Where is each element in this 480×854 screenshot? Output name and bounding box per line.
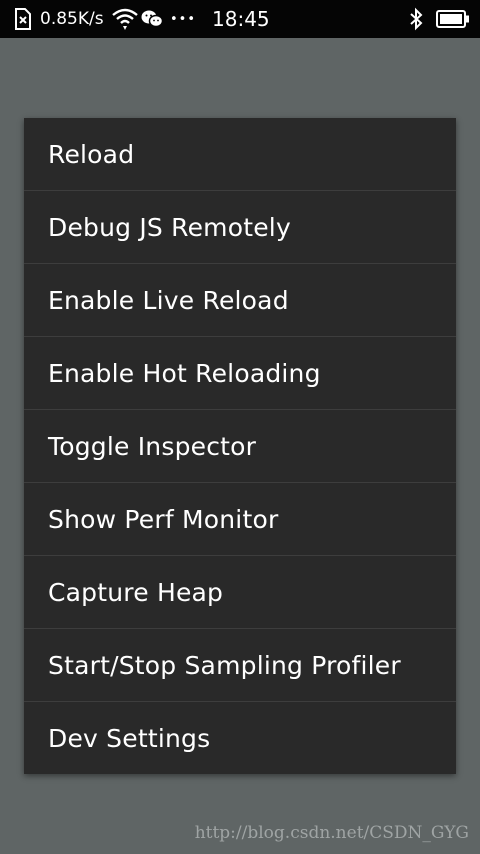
network-speed: 0.85K/s (40, 9, 104, 29)
wechat-icon (141, 0, 163, 38)
dev-menu-dialog: Reload Debug JS Remotely Enable Live Rel… (24, 118, 456, 774)
menu-item-sampling-profiler[interactable]: Start/Stop Sampling Profiler (24, 629, 456, 702)
menu-item-label: Enable Live Reload (48, 285, 289, 315)
battery-icon (436, 0, 470, 38)
menu-item-toggle-inspector[interactable]: Toggle Inspector (24, 410, 456, 483)
menu-item-show-perf-monitor[interactable]: Show Perf Monitor (24, 483, 456, 556)
sim-x-icon (12, 0, 32, 38)
clock-time: 18:45 (212, 7, 270, 31)
more-notifications-icon: ••• (170, 11, 197, 27)
menu-item-label: Enable Hot Reloading (48, 358, 321, 388)
menu-item-label: Show Perf Monitor (48, 504, 279, 534)
menu-item-label: Capture Heap (48, 577, 224, 607)
menu-item-label: Reload (48, 139, 135, 169)
menu-item-capture-heap[interactable]: Capture Heap (24, 556, 456, 629)
watermark-url: http://blog.csdn.net/CSDN_GYG (194, 823, 469, 843)
menu-item-debug-js-remotely[interactable]: Debug JS Remotely (24, 191, 456, 264)
menu-item-label: Toggle Inspector (48, 431, 257, 461)
menu-item-label: Debug JS Remotely (48, 212, 291, 242)
menu-item-label: Dev Settings (48, 724, 211, 753)
wifi-icon (112, 0, 138, 38)
menu-item-enable-live-reload[interactable]: Enable Live Reload (24, 264, 456, 337)
bluetooth-icon (408, 0, 424, 38)
status-bar: 0.85K/s ••• 18:45 (0, 0, 480, 38)
menu-item-reload[interactable]: Reload (24, 118, 456, 191)
menu-item-enable-hot-reloading[interactable]: Enable Hot Reloading (24, 337, 456, 410)
menu-item-dev-settings[interactable]: Dev Settings (24, 702, 456, 775)
menu-item-label: Start/Stop Sampling Profiler (48, 650, 401, 680)
